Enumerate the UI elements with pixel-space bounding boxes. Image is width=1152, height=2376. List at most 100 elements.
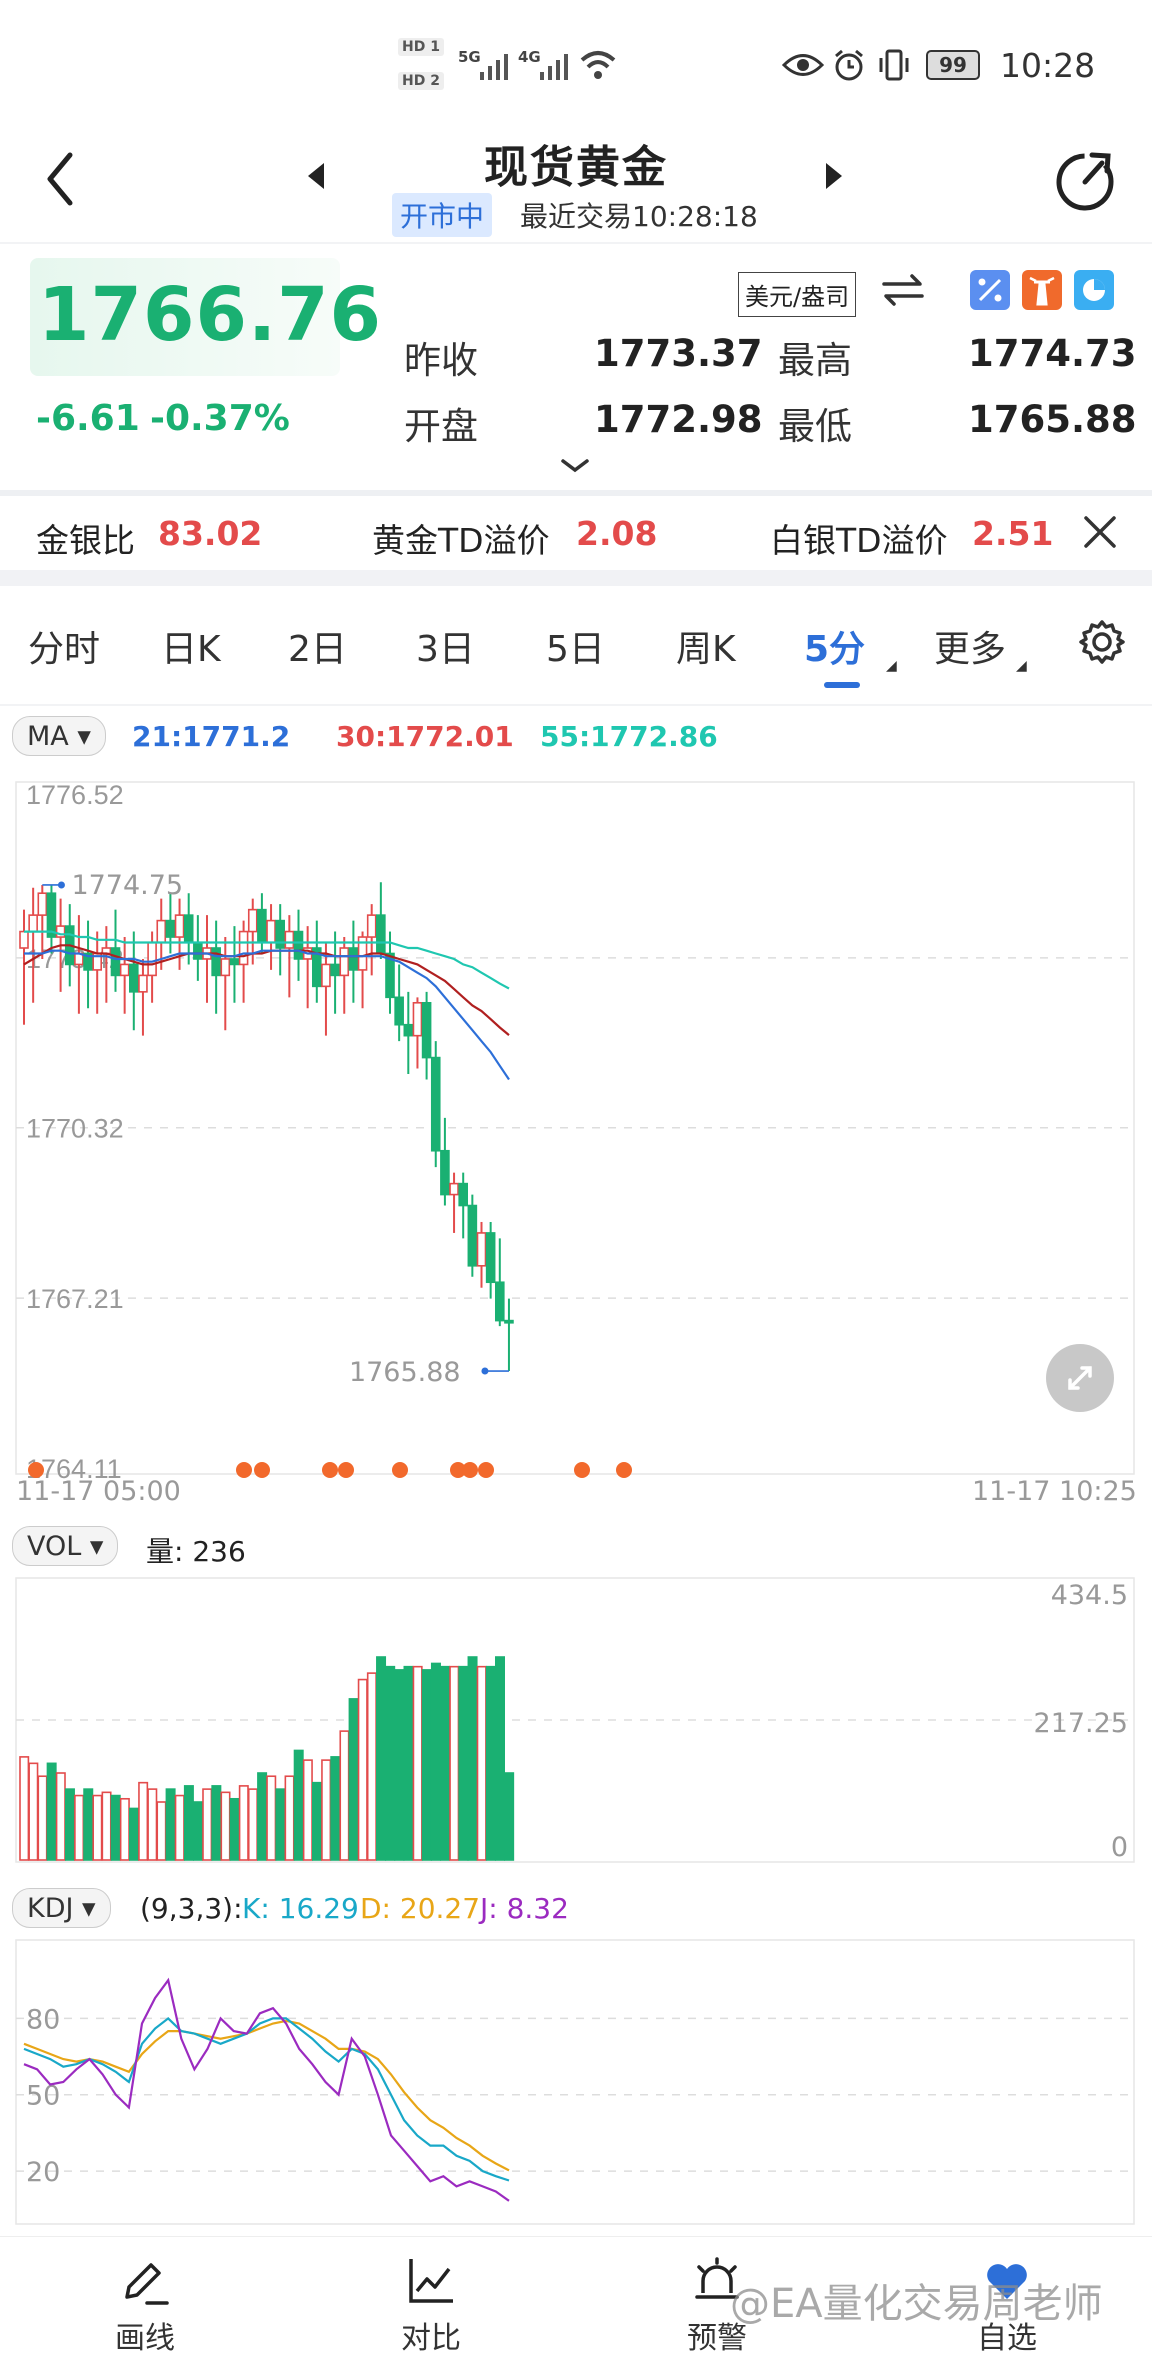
tab-6[interactable]: 5分 <box>804 620 865 672</box>
signal-5g-icon <box>480 54 508 80</box>
volume-bar <box>357 1678 368 1861</box>
candle <box>193 941 203 960</box>
candle <box>266 919 276 944</box>
percent-tool-icon[interactable] <box>970 270 1010 310</box>
volume-bar <box>229 1797 240 1861</box>
bottom-nav: 画线 对比 预警 自选 @EA量化交易周老师 <box>0 2236 1152 2376</box>
page-title: 现货黄金 <box>484 142 668 193</box>
candle <box>284 930 295 949</box>
volume-bar <box>119 1797 130 1861</box>
kdj-chart[interactable]: 80 50 20 <box>0 1934 1152 2230</box>
tab-3[interactable]: 3日 <box>416 620 475 672</box>
volume-bar <box>193 1801 204 1861</box>
high-marker-label: 1774.75 <box>71 870 183 901</box>
open-value: 1772.98 <box>594 398 763 441</box>
last-price: 1766.76 <box>38 272 383 358</box>
volume-bar <box>366 1672 377 1861</box>
signal-dot <box>254 1462 270 1478</box>
candle <box>110 947 121 977</box>
prev-symbol-icon[interactable] <box>306 161 326 191</box>
volume-chart[interactable]: 434.5 217.25 0 <box>0 1572 1152 1868</box>
volume-bar <box>385 1665 396 1861</box>
tab-7[interactable]: 更多 <box>934 620 1006 672</box>
volume-bar <box>412 1665 423 1861</box>
volume-bar <box>321 1759 332 1861</box>
expand-chevron-icon[interactable] <box>560 458 590 474</box>
lighthouse-tool-icon[interactable] <box>1022 270 1062 310</box>
hd1-badge: HD 1 <box>398 38 444 56</box>
pie-tool-icon[interactable] <box>1074 270 1114 310</box>
tab-5[interactable]: 周K <box>676 620 736 672</box>
battery-level: 99 <box>939 53 967 77</box>
tab-4[interactable]: 5日 <box>546 620 605 672</box>
candle <box>247 908 258 933</box>
volume-bar <box>449 1665 460 1861</box>
y-tick-label: 1770.32 <box>26 1114 124 1144</box>
gold-silver-ratio-label: 金银比 <box>36 521 135 560</box>
ma-chip-label: MA <box>27 721 69 752</box>
ma-indicator-chip[interactable]: MA ▾ <box>12 716 106 756</box>
swap-icon[interactable] <box>880 272 926 308</box>
low-marker-dot <box>481 1367 489 1375</box>
candle <box>494 1281 505 1322</box>
volume-bar <box>266 1775 277 1861</box>
candle <box>504 1319 514 1324</box>
nav-compare[interactable]: 对比 <box>396 2253 466 2357</box>
currency-unit-button[interactable]: 美元/盎司 <box>738 272 857 317</box>
volume-bar <box>101 1791 112 1861</box>
volume-bar <box>138 1781 149 1861</box>
settings-gear-icon[interactable] <box>1078 618 1126 666</box>
silver-td-premium-value: 2.51 <box>972 514 1054 553</box>
vibrate-icon <box>879 49 909 81</box>
candle <box>37 892 48 916</box>
refresh-icon[interactable] <box>1052 147 1118 213</box>
volume-bar <box>394 1669 405 1861</box>
ma21-value: 21:1771.2 <box>132 720 291 753</box>
low-value: 1765.88 <box>968 398 1137 441</box>
candle <box>449 1182 459 1196</box>
kdj-d-value: D: 20.27 <box>360 1892 481 1925</box>
low-label: 最低 <box>778 405 852 448</box>
volume-bar <box>64 1788 75 1861</box>
volume-bar <box>110 1794 121 1861</box>
kdj-j-line <box>23 1977 510 2202</box>
volume-bar <box>129 1807 140 1861</box>
volume-bar <box>46 1762 57 1861</box>
back-icon[interactable] <box>42 151 78 207</box>
signal-dot <box>478 1462 494 1478</box>
candlestick-chart[interactable]: 1776.521773.421770.321767.211764.111774.… <box>0 760 1152 1520</box>
volume-bar <box>174 1794 185 1861</box>
tab-2[interactable]: 2日 <box>288 620 347 672</box>
signal-dot <box>616 1462 632 1478</box>
volume-bar <box>74 1794 85 1861</box>
candle <box>339 947 350 977</box>
volume-bar <box>348 1698 359 1861</box>
tab-0[interactable]: 分时 <box>28 620 100 672</box>
signal-dot <box>338 1462 354 1478</box>
close-icon[interactable] <box>1080 512 1120 552</box>
volume-bar <box>147 1788 158 1861</box>
kdj-params: (9,3,3): <box>140 1892 243 1925</box>
volume-bar <box>156 1801 167 1861</box>
volume-bar <box>284 1775 295 1861</box>
candle <box>129 963 139 993</box>
nav-compare-label: 对比 <box>401 2321 461 2356</box>
candle <box>476 1232 487 1267</box>
signal-dot <box>462 1462 478 1478</box>
volume-bar <box>83 1788 94 1861</box>
status-bar: HD 1 HD 2 5G 4G 99 10:28 <box>0 0 1152 125</box>
next-symbol-icon[interactable] <box>824 161 844 191</box>
kdj-indicator-chip[interactable]: KDJ ▾ <box>12 1888 111 1928</box>
vol-chip-label: VOL <box>27 1531 82 1562</box>
fullscreen-button[interactable] <box>1046 1344 1114 1412</box>
pen-icon <box>125 2263 169 2305</box>
hd2-badge: HD 2 <box>398 72 444 90</box>
volume-bar <box>504 1772 515 1861</box>
alarm-icon <box>835 49 863 81</box>
tab-1[interactable]: 日K <box>161 620 221 672</box>
x-axis-start: 11-17 05:00 <box>16 1476 181 1507</box>
nav-draw[interactable]: 画线 <box>110 2253 180 2357</box>
volume-bar <box>165 1788 176 1861</box>
vol-indicator-chip[interactable]: VOL ▾ <box>12 1526 119 1566</box>
battery-icon: 99 <box>926 50 980 80</box>
